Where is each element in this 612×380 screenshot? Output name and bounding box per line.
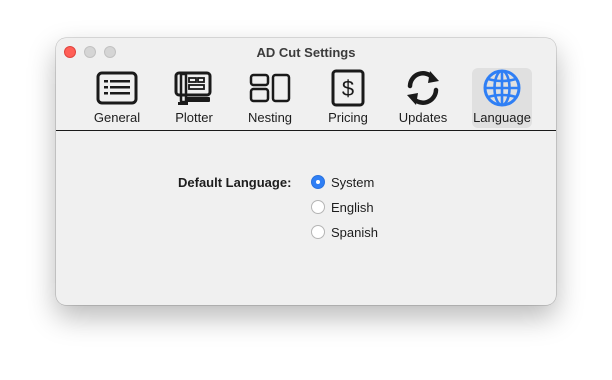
radio-option-system[interactable]: System <box>311 173 374 191</box>
radio-label-spanish[interactable]: Spanish <box>331 225 378 240</box>
sync-icon <box>401 68 445 108</box>
radio-label-english[interactable]: English <box>331 200 374 215</box>
language-panel: Default Language: System English Spanish <box>56 131 556 305</box>
title-bar: AD Cut Settings <box>56 38 556 66</box>
tab-pricing-label: Pricing <box>328 110 368 125</box>
preferences-toolbar: General Plotter Nesting $ Pricing Update… <box>56 66 556 131</box>
radio-button-english[interactable] <box>311 200 325 214</box>
tab-general[interactable]: General <box>89 68 145 128</box>
nesting-icon <box>248 68 292 108</box>
svg-text:$: $ <box>342 76 354 101</box>
plotter-icon <box>172 68 216 108</box>
dollar-icon: $ <box>326 68 370 108</box>
tab-pricing[interactable]: $ Pricing <box>320 68 376 128</box>
radio-button-spanish[interactable] <box>311 225 325 239</box>
list-icon <box>95 68 139 108</box>
tab-nesting[interactable]: Nesting <box>243 68 297 128</box>
tab-updates[interactable]: Updates <box>395 68 451 128</box>
settings-window: AD Cut Settings General Plotter Nesting … <box>56 38 556 305</box>
tab-plotter[interactable]: Plotter <box>168 68 220 128</box>
radio-option-spanish[interactable]: Spanish <box>311 223 378 241</box>
tab-language-label: Language <box>473 110 531 125</box>
tab-updates-label: Updates <box>398 110 448 125</box>
radio-button-system[interactable] <box>311 175 325 189</box>
window-title: AD Cut Settings <box>256 45 356 60</box>
radio-option-english[interactable]: English <box>311 198 374 216</box>
globe-icon <box>480 68 524 108</box>
tab-nesting-label: Nesting <box>247 110 293 125</box>
tab-plotter-label: Plotter <box>175 110 213 125</box>
tab-general-label: General <box>93 110 141 125</box>
tab-language[interactable]: Language <box>472 68 532 128</box>
radio-label-system[interactable]: System <box>331 175 374 190</box>
default-language-label: Default Language: <box>178 175 292 190</box>
